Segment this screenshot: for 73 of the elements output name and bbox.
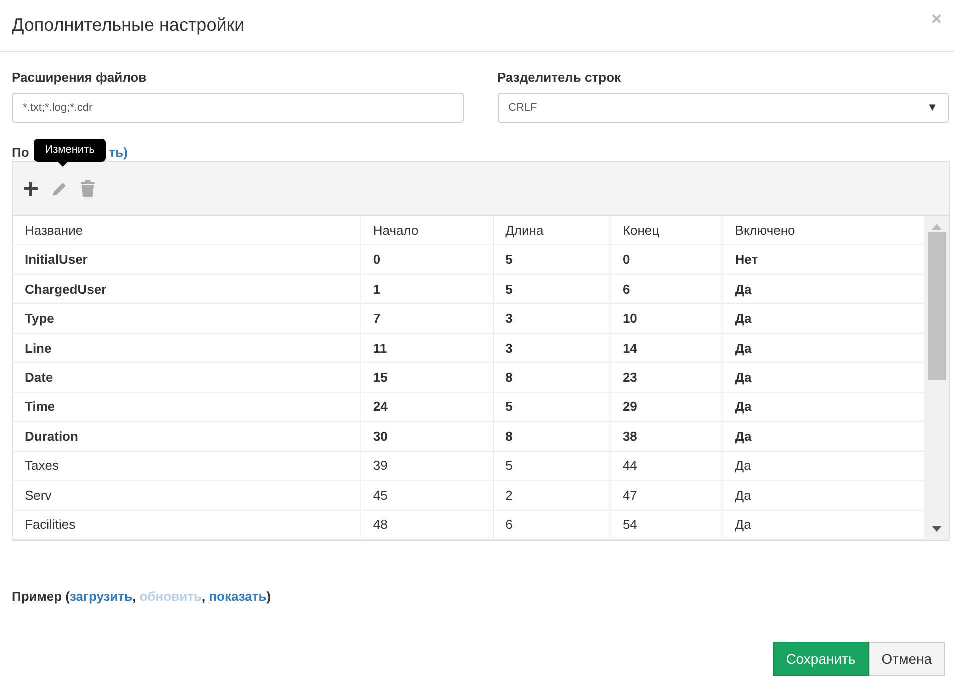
- table-cell: 11: [360, 333, 494, 363]
- cancel-button[interactable]: Отмена: [868, 642, 945, 676]
- table-cell: 5: [493, 244, 610, 274]
- field-label: Разделитель строк: [498, 70, 622, 85]
- table-cell: 30: [360, 422, 494, 452]
- table-cell: Нет: [722, 244, 924, 274]
- extensions-field[interactable]: *.txt;*.log;*.cdr: [12, 93, 464, 123]
- edit-link[interactable]: ть): [109, 145, 128, 163]
- separator-dropdown[interactable]: CRLF ▼: [498, 93, 949, 123]
- table-cell: 47: [610, 480, 723, 510]
- table-cell: 5: [493, 392, 610, 422]
- plus-icon[interactable]: [23, 180, 39, 196]
- table-cell: 5: [493, 451, 610, 481]
- table-cell: 8: [493, 362, 610, 392]
- fields-label: По: [12, 145, 30, 162]
- scrollbar[interactable]: [925, 216, 949, 540]
- table-cell: 45: [360, 480, 494, 510]
- table-cell: 38: [610, 422, 723, 452]
- table-cell: 0: [360, 244, 494, 274]
- table-cell: 10: [610, 304, 723, 334]
- table-cell: 5: [493, 274, 610, 304]
- table-cell: 44: [610, 451, 723, 481]
- table-cell: 48: [360, 510, 494, 540]
- table-cell: 15: [360, 362, 494, 392]
- table-cell: 14: [610, 333, 723, 363]
- table-cell: 6: [493, 510, 610, 540]
- dialog-title: Дополнительные настройки: [12, 15, 245, 36]
- table-cell: Taxes: [13, 451, 361, 481]
- table-cell: 23: [610, 362, 723, 392]
- table-cell: Facilities: [13, 510, 361, 540]
- example-link[interactable]: загрузить: [70, 589, 133, 604]
- column-header[interactable]: Конец: [610, 216, 723, 245]
- table-cell: 24: [360, 392, 494, 422]
- table-cell: 3: [493, 304, 610, 334]
- table-cell: Да: [722, 480, 924, 510]
- example-label: Пример (загрузить, обновить, показать): [12, 589, 272, 604]
- tooltip-pointer-icon: [58, 162, 68, 167]
- table-cell: 2: [493, 480, 610, 510]
- table-cell: 7: [360, 304, 494, 334]
- table-cell: Да: [722, 362, 924, 392]
- table-cell: Да: [722, 510, 924, 540]
- field-label: Расширения файлов: [12, 70, 148, 85]
- table-cell: Да: [722, 392, 924, 422]
- caret-icon: ▼: [927, 102, 938, 114]
- table-cell: ChargedUser: [13, 274, 361, 304]
- column-header[interactable]: Длина: [493, 216, 610, 245]
- table-cell: Да: [722, 422, 924, 452]
- table-cell: Да: [722, 304, 924, 334]
- table-cell: Time: [13, 392, 361, 422]
- tooltip: Изменить: [34, 139, 106, 162]
- table-cell: 1: [360, 274, 494, 304]
- table-cell: Line: [13, 333, 361, 363]
- table-cell: 0: [610, 244, 723, 274]
- table-cell: Serv: [13, 480, 361, 510]
- scroll-up-icon[interactable]: [932, 224, 942, 230]
- example-link[interactable]: показать: [209, 589, 267, 604]
- column-header[interactable]: Включено: [722, 216, 924, 245]
- table-cell: Duration: [13, 422, 361, 452]
- scroll-down-icon[interactable]: [932, 526, 942, 532]
- table-cell: InitialUser: [13, 244, 361, 274]
- table-cell: Да: [722, 451, 924, 481]
- table-cell: Да: [722, 333, 924, 363]
- table-cell: 54: [610, 510, 723, 540]
- table-cell: 6: [610, 274, 723, 304]
- column-header[interactable]: Название: [13, 216, 361, 245]
- table-cell: Type: [13, 304, 361, 334]
- table-cell: 39: [360, 451, 494, 481]
- table-cell: Date: [13, 362, 361, 392]
- table-cell: 8: [493, 422, 610, 452]
- table-cell: 29: [610, 392, 723, 422]
- table-cell: Да: [722, 274, 924, 304]
- table-cell: 3: [493, 333, 610, 363]
- column-header[interactable]: Начало: [360, 216, 494, 245]
